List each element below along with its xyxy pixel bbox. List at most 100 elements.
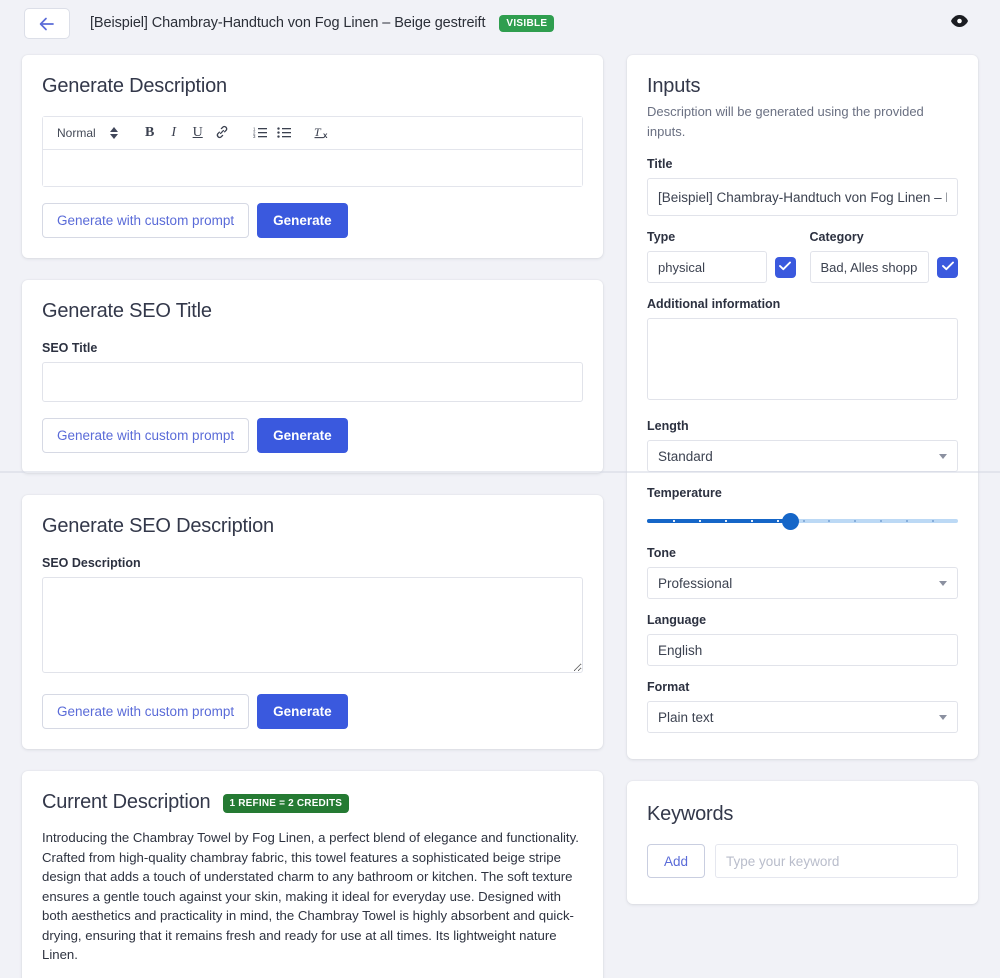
title-field-group: Title [647, 157, 958, 216]
language-field[interactable]: English [647, 634, 958, 666]
bullet-list-button[interactable] [273, 122, 295, 144]
language-group: Language English [647, 613, 958, 666]
add-keyword-button[interactable]: Add [647, 844, 706, 878]
inputs-subtitle: Description will be generated using the … [647, 104, 924, 139]
editor-format-value: Normal [57, 126, 96, 140]
arrow-left-icon [39, 17, 55, 31]
temperature-slider[interactable] [647, 510, 958, 532]
generate-description-custom-prompt-button[interactable]: Generate with custom prompt [42, 203, 250, 238]
seo-description-label: SEO Description [42, 556, 141, 570]
inputs-title: Inputs [647, 75, 701, 97]
slider-tick [698, 520, 701, 522]
tone-select[interactable]: Professional [647, 567, 958, 599]
slider-ticks [647, 520, 958, 522]
check-icon [941, 258, 954, 276]
format-value: Plain text [658, 709, 714, 725]
check-icon [779, 258, 791, 276]
length-select[interactable]: Standard [647, 440, 958, 472]
right-column: Inputs Description will be generated usi… [627, 55, 978, 926]
left-column: Generate Description Normal B I U 1 2 3 … [22, 55, 603, 978]
type-field [647, 251, 796, 283]
link-button[interactable] [211, 122, 233, 144]
slider-tick [932, 520, 935, 522]
keyword-input[interactable] [715, 844, 958, 878]
chevron-down-icon [939, 581, 947, 586]
underline-button[interactable]: U [187, 122, 209, 144]
clear-format-icon: T x [314, 125, 330, 142]
format-select[interactable]: Plain text [647, 701, 958, 733]
seo-description-textarea[interactable] [42, 577, 583, 673]
editor-format-select[interactable]: Normal [51, 126, 124, 140]
type-label: Type [647, 230, 676, 244]
inputs-title-label: Title [647, 157, 673, 171]
inputs-title-input[interactable] [647, 178, 958, 216]
stepper-updown-icon [109, 127, 118, 139]
seo-title-input[interactable] [42, 362, 583, 402]
category-label: Category [809, 230, 864, 244]
category-input[interactable] [809, 251, 929, 283]
tone-group: Tone Professional [647, 546, 958, 599]
chevron-down-icon [939, 454, 947, 459]
page-title: [Beispiel] Chambray-Handtuch von Fog Lin… [90, 14, 555, 33]
rich-text-editor[interactable]: Normal B I U 1 2 3 T x [42, 116, 583, 187]
tone-label: Tone [647, 546, 676, 560]
type-category-row: Type Category [647, 230, 958, 283]
format-group: Format Plain text [647, 680, 958, 733]
type-input[interactable] [647, 251, 767, 283]
svg-text:x: x [323, 131, 328, 139]
preview-button[interactable] [946, 10, 972, 36]
generate-seo-title-card: Generate SEO Title SEO Title Generate wi… [22, 280, 603, 473]
keyword-add-row: Add [647, 844, 958, 878]
slider-thumb[interactable] [782, 513, 800, 530]
current-description-heading: Current Description 1 REFINE = 2 CREDITS [42, 791, 583, 814]
generate-description-actions: Generate with custom prompt Generate [42, 203, 583, 238]
temperature-label: Temperature [647, 486, 722, 500]
slider-tick [854, 520, 857, 522]
bullet-list-icon [276, 126, 291, 141]
editor-toolbar: Normal B I U 1 2 3 T x [43, 117, 582, 150]
inputs-card: Inputs Description will be generated usi… [627, 55, 978, 759]
slider-tick [776, 520, 779, 522]
back-button[interactable] [24, 8, 70, 39]
seo-title-label: SEO Title [42, 341, 98, 355]
seo-title-custom-prompt-button[interactable]: Generate with custom prompt [42, 418, 250, 453]
seo-description-custom-prompt-button[interactable]: Generate with custom prompt [42, 694, 250, 729]
current-description-card: Current Description 1 REFINE = 2 CREDITS… [22, 771, 603, 978]
slider-tick [906, 520, 909, 522]
chevron-down-icon [939, 715, 947, 720]
current-description-title: Current Description [42, 791, 211, 813]
ordered-list-button[interactable]: 1 2 3 [249, 122, 271, 144]
generate-seo-description-card: Generate SEO Description SEO Description… [22, 495, 603, 749]
slider-tick [828, 520, 831, 522]
length-group: Length Standard [647, 419, 958, 472]
ordered-list-icon: 1 2 3 [253, 126, 267, 141]
generate-description-button[interactable]: Generate [257, 203, 348, 238]
clear-format-button[interactable]: T x [311, 122, 333, 144]
type-checkbox[interactable] [774, 256, 796, 278]
italic-button[interactable]: I [163, 122, 185, 144]
length-label: Length [647, 419, 689, 433]
slider-tick [672, 520, 675, 522]
seo-title-generate-button[interactable]: Generate [257, 418, 348, 453]
type-field-group: Type [647, 230, 796, 283]
slider-tick [750, 520, 753, 522]
additional-information-label: Additional information [647, 297, 781, 311]
additional-information-textarea[interactable] [647, 318, 958, 400]
tone-value: Professional [658, 575, 733, 591]
length-value: Standard [658, 448, 713, 464]
current-description-body: Introducing the Chambray Towel by Fog Li… [42, 830, 579, 963]
generate-seo-title-heading: Generate SEO Title [42, 300, 212, 322]
seo-description-generate-button[interactable]: Generate [257, 694, 348, 729]
editor-content-area[interactable] [43, 150, 582, 186]
language-value: English [658, 642, 703, 658]
keywords-card: Keywords Add [627, 781, 978, 904]
slider-tick [724, 520, 727, 522]
slider-tick [880, 520, 883, 522]
format-label: Format [647, 680, 690, 694]
category-checkbox[interactable] [937, 256, 958, 278]
svg-text:3: 3 [253, 134, 256, 138]
app-page: [Beispiel] Chambray-Handtuch von Fog Lin… [0, 0, 1000, 978]
credits-badge: 1 REFINE = 2 CREDITS [222, 794, 350, 813]
bold-button[interactable]: B [139, 122, 161, 144]
slider-tick [802, 520, 805, 522]
